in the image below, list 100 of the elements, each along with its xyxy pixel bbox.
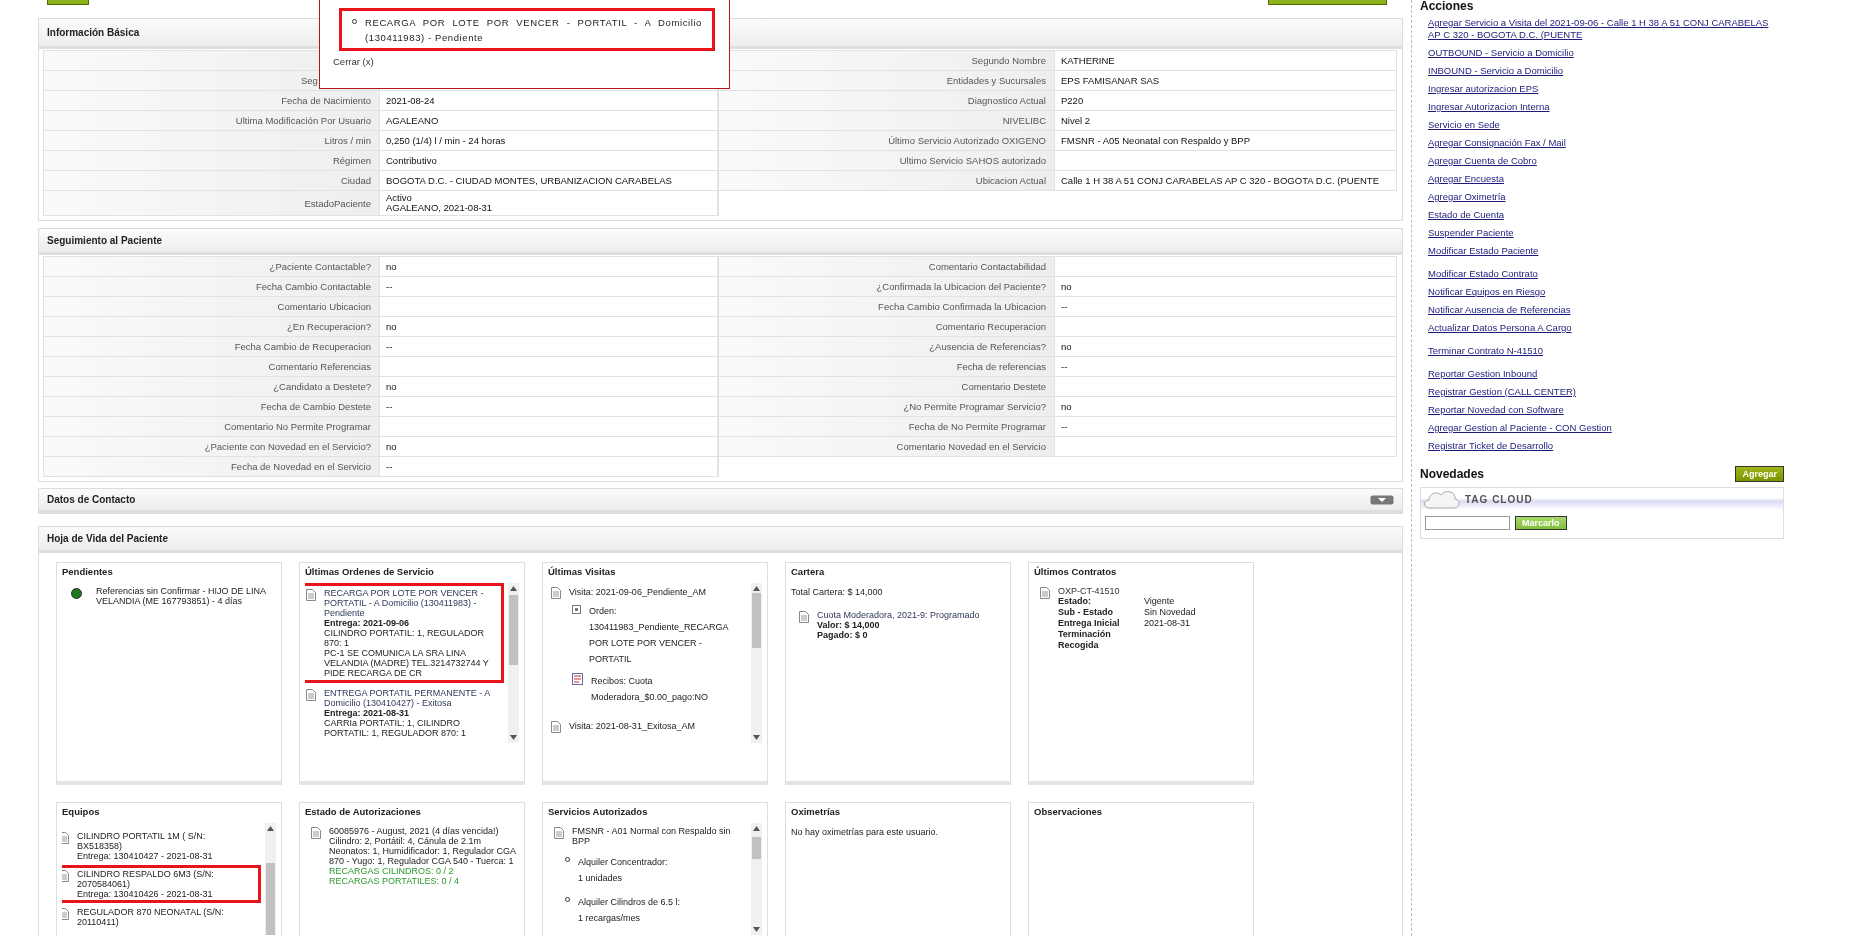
delivery-date: Entrega: 2021-09-06 (324, 618, 411, 628)
field-value: no (380, 437, 718, 457)
field-value: -- (380, 337, 718, 357)
action-link[interactable]: Servicio en Sede (1428, 119, 1500, 131)
action-link[interactable]: Reportar Gestion Inbound (1428, 368, 1538, 380)
document-icon (551, 721, 561, 733)
equipment-name: CILINDRO RESPALDO 6M3 (S/N: 2070584061) (77, 869, 215, 889)
close-link[interactable]: Cerrar (x) (333, 56, 374, 67)
field-label: Comentario Contactabilidad (719, 257, 1055, 277)
order-details: CARRIa PORTATIL: 1, CILINDRO PORTATIL: 1, REGULADOR 870: 1 (324, 718, 468, 738)
action-link[interactable]: Registrar Ticket de Desarrollo (1428, 440, 1554, 452)
action-link[interactable]: Agregar Oximetría (1428, 191, 1506, 203)
action-link[interactable]: OUTBOUND - Servicio a Domicilio (1428, 47, 1574, 59)
field-value: Calle 1 H 38 A 51 CONJ CARABELAS AP C 320 - BOGOTA D.C. (PUENTE (1055, 171, 1397, 191)
field-value: EPS FAMISANAR SAS (1055, 71, 1397, 91)
toolbar-button[interactable] (1268, 0, 1387, 5)
order-label: Orden: (589, 605, 618, 618)
action-link[interactable]: Modificar Estado Paciente (1428, 245, 1539, 257)
scrollbar[interactable] (265, 823, 276, 935)
contract-field-value: 2021-08-31 (1144, 618, 1192, 628)
service-name: Alquiler Concentrador: (578, 856, 668, 869)
field-label: Ultimo Servicio SAHOS autorizado (719, 151, 1055, 171)
field-value: no (380, 257, 718, 277)
action-link[interactable]: Agregar Servicio a Visita del 2021-09-06 - Calle 1 H 38 A 51 CONJ CARABELAS AP C 320 - BOGOTA D.C. (PUENTE (1428, 17, 1778, 41)
scroll-thumb[interactable] (509, 595, 518, 665)
action-link[interactable]: Agregar Encuesta (1428, 173, 1505, 185)
document-icon (306, 589, 316, 601)
field-value: 2021-08-24 (380, 91, 718, 111)
field-value: no (1055, 397, 1397, 417)
field-value: Activo AGALEANO, 2021-08-31 (380, 191, 718, 216)
field-label: ¿Paciente Contactable? (44, 257, 380, 277)
scrollbar[interactable] (751, 823, 762, 935)
field-value: FMSNR - A05 Neonatal con Respaldo y BPP (1055, 131, 1397, 151)
action-link[interactable]: Agregar Consignación Fax / Mail (1428, 137, 1566, 149)
field-label: Comentario Novedad en el Servicio (719, 437, 1055, 457)
scroll-thumb[interactable] (752, 593, 761, 648)
field-label: Entidades y Sucursales (719, 71, 1055, 91)
scroll-up-icon[interactable] (753, 826, 760, 831)
scroll-thumb[interactable] (752, 837, 761, 859)
scrollbar[interactable] (508, 583, 519, 743)
field-label: Fecha de Cambio Destete (44, 397, 380, 417)
tag-input-field[interactable] (1425, 516, 1510, 530)
field-value: BOGOTA D.C. - CIUDAD MONTES, URBANIZACION CARABELAS (380, 171, 718, 191)
field-value: no (1055, 277, 1397, 297)
service-amount: 1 unidades (578, 872, 624, 885)
field-value: -- (1055, 417, 1397, 437)
contract-field-label: Terminación (1058, 629, 1112, 639)
action-link[interactable]: Registrar Gestion (CALL CENTER) (1428, 386, 1576, 398)
scroll-down-icon[interactable] (753, 927, 760, 932)
section-title: Hoja de Vida del Paciente (47, 533, 168, 544)
receipt-icon (572, 673, 583, 685)
field-value: -- (1055, 357, 1397, 377)
field-label: ¿Candidato a Destete? (44, 377, 380, 397)
field-label: Comentario Ubicacion (44, 297, 380, 317)
charge-paid: Pagado: $ 0 (817, 630, 869, 640)
action-link[interactable]: Suspender Paciente (1428, 227, 1514, 239)
action-link[interactable]: Notificar Ausencia de Referencias (1428, 304, 1571, 316)
action-link[interactable]: Ingresar autorizacion EPS (1428, 83, 1539, 95)
field-label: Fecha de Novedad en el Servicio (44, 457, 380, 477)
scrollbar[interactable] (751, 583, 762, 743)
field-value: KATHERINE (1055, 51, 1397, 71)
receipt-text: Recibos: Cuota Moderadora_$0.00_pago:NO (591, 675, 710, 704)
scroll-up-icon[interactable] (267, 826, 274, 831)
contract-field-label: Estado: (1058, 596, 1092, 606)
field-value: Nivel 2 (1055, 111, 1397, 131)
charge-value: Valor: $ 14,000 (817, 620, 881, 630)
action-link[interactable]: Reportar Novedad con Software (1428, 404, 1564, 416)
refill-counter: RECARGAS PORTATILES: 0 / 4 (329, 876, 461, 886)
action-link[interactable]: Agregar Cuenta de Cobro (1428, 155, 1537, 167)
action-link[interactable]: Agregar Gestion al Paciente - CON Gestion (1428, 422, 1612, 434)
scroll-down-icon[interactable] (753, 735, 760, 740)
scroll-up-icon[interactable] (753, 586, 760, 591)
card-title: Servicios Autorizados (548, 806, 649, 817)
field-label: Fecha de Nacimiento (44, 91, 380, 111)
expand-toggle-icon[interactable] (1370, 494, 1394, 505)
field-value: -- (380, 277, 718, 297)
card-title: Equipos (62, 806, 101, 817)
toolbar-button[interactable] (47, 0, 89, 5)
field-label: Fecha Cambio de Recuperacion (44, 337, 380, 357)
field-label: ¿Ausencia de Referencias? (719, 337, 1055, 357)
field-label: Fecha de No Permite Programar (719, 417, 1055, 437)
action-link[interactable]: Terminar Contrato N-41510 (1428, 345, 1544, 357)
scroll-up-icon[interactable] (510, 586, 517, 591)
action-link[interactable]: INBOUND - Servicio a Domicilio (1428, 65, 1564, 77)
scroll-down-icon[interactable] (510, 735, 517, 740)
contract-field-label: Entrega Inicial (1058, 618, 1121, 628)
contract-field-label: Recogida (1058, 640, 1100, 650)
field-value: -- (380, 397, 718, 417)
document-icon (62, 832, 69, 844)
action-link[interactable]: Estado de Cuenta (1428, 209, 1505, 221)
action-link[interactable]: Ingresar Autorizacion Interna (1428, 101, 1550, 113)
action-link[interactable]: Actualizar Datos Persona A Cargo (1428, 322, 1572, 334)
equipment-name: REGULADOR 870 NEONATAL (S/N: 20110411) (77, 907, 225, 927)
service-name: Alquiler Cilindros de 6.5 l: (578, 896, 681, 909)
section-title: Seguimiento al Paciente (47, 235, 163, 246)
action-link[interactable]: Notificar Equipos en Riesgo (1428, 286, 1546, 298)
contract-field-value: Vigente (1144, 596, 1176, 606)
card-title: Últimas Ordenes de Servicio (305, 566, 435, 577)
document-icon (551, 587, 561, 599)
action-link[interactable]: Modificar Estado Contrato (1428, 268, 1538, 280)
